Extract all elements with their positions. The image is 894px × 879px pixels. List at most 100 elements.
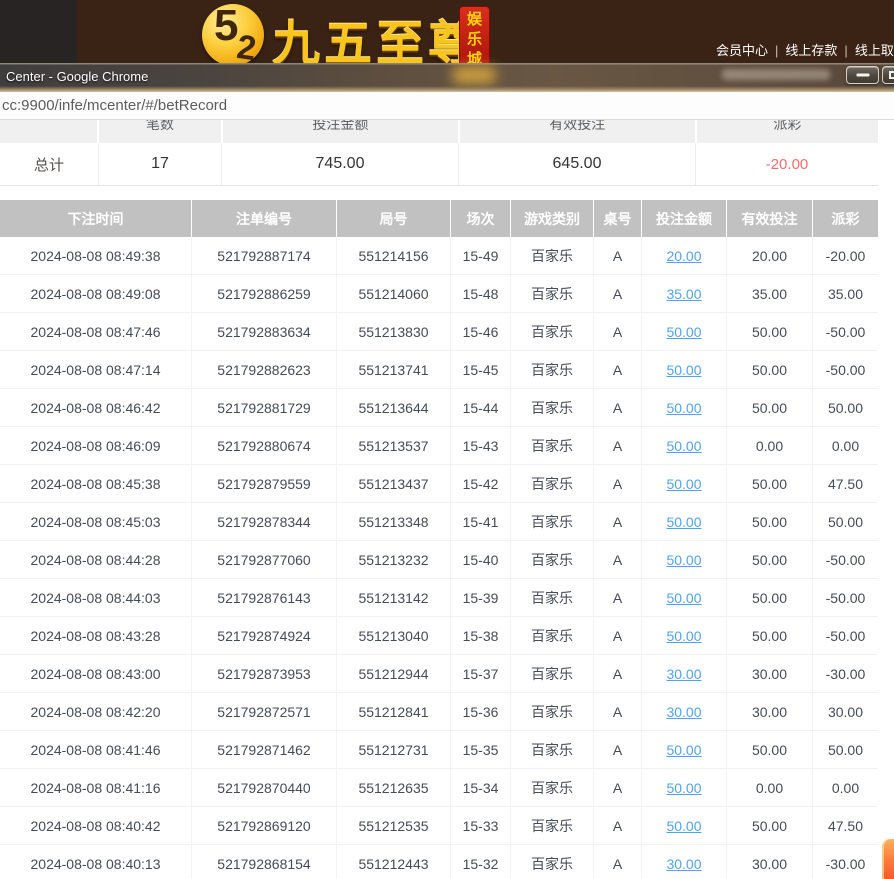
cell-payout: -50.00 [812, 541, 878, 578]
url-text[interactable]: cc:9900/infe/mcenter/#/betRecord [2, 92, 227, 119]
cell-table-no: A [593, 807, 641, 844]
cell-bet-amount: 50.00 [641, 389, 726, 426]
cell-game-type: 百家乐 [510, 617, 593, 654]
summary-count: 17 [98, 143, 221, 185]
cell-valid-bet: 30.00 [726, 845, 812, 879]
bet-amount-link[interactable]: 50.00 [666, 590, 701, 606]
cell-order-no: 521792880674 [191, 427, 336, 464]
cell-time: 2024-08-08 08:46:42 [30, 399, 161, 416]
cell-order-no: 521792882623 [191, 351, 336, 388]
cell-order-no: 521792887174 [191, 237, 336, 274]
cell-payout: 50.00 [812, 731, 878, 768]
bet-amount-link[interactable]: 50.00 [666, 362, 701, 378]
cell-time: 2024-08-08 08:47:14 [30, 361, 161, 378]
badge-char: 乐 [466, 31, 482, 48]
bet-amount-link[interactable]: 50.00 [666, 628, 701, 644]
cell-order-no: 521792868154 [191, 845, 336, 879]
summary-bet-amount: 745.00 [221, 143, 458, 185]
table-row: 2024-08-08 08:45:03 521792878344 551213348… [0, 503, 878, 541]
header-cell-valid-bet: 有效投注 [726, 200, 812, 237]
maximize-button[interactable] [882, 66, 894, 84]
bet-amount-link[interactable]: 50.00 [666, 818, 701, 834]
cell-order-no: 521792872571 [191, 693, 336, 730]
cell-valid-bet: 50.00 [726, 465, 812, 502]
cell-payout: 47.50 [812, 465, 878, 502]
cell-order-no: 521792878344 [191, 503, 336, 540]
cell-bet-amount: 50.00 [641, 313, 726, 350]
cell-session: 15-33 [450, 807, 510, 844]
nav-link-0[interactable]: 会员中心 [716, 43, 768, 58]
cell-time: 2024-08-08 08:43:00 [30, 665, 161, 682]
cell-session: 15-34 [450, 769, 510, 806]
floating-service-widget[interactable] [882, 839, 894, 879]
bet-amount-link[interactable]: 35.00 [666, 286, 701, 302]
cell-order-no: 521792886259 [191, 275, 336, 312]
nav-link-1[interactable]: 线上存款 [785, 43, 837, 58]
window-title: Center - Google Chrome [6, 69, 149, 84]
cell-round-no: 551213830 [336, 313, 450, 350]
blurred-account-info [722, 69, 830, 80]
cell-table-no: A [593, 845, 641, 879]
cell-time: 2024-08-08 08:44:03 [30, 589, 161, 606]
table-row: 2024-08-08 08:44:03 521792876143 551213142… [0, 579, 878, 617]
minimize-button[interactable] [846, 66, 879, 84]
summary-payout: -20.00 [695, 143, 878, 185]
header-cell-round-no: 局号 [336, 200, 450, 237]
cell-order-no: 521792871462 [191, 731, 336, 768]
bet-amount-link[interactable]: 30.00 [666, 856, 701, 872]
cell-round-no: 551212635 [336, 769, 450, 806]
cell-game-type: 百家乐 [510, 845, 593, 879]
summary-valid-bet: 645.00 [458, 143, 695, 185]
cell-valid-bet: 0.00 [726, 427, 812, 464]
cell-valid-bet: 50.00 [726, 617, 812, 654]
cell-valid-bet: 50.00 [726, 731, 812, 768]
cell-game-type: 百家乐 [510, 541, 593, 578]
bet-amount-link[interactable]: 50.00 [666, 400, 701, 416]
cell-game-type: 百家乐 [510, 503, 593, 540]
cell-order-no: 521792883634 [191, 313, 336, 350]
header-cell-game-type: 游戏类别 [510, 200, 593, 237]
cell-bet-amount: 50.00 [641, 617, 726, 654]
nav-link-2[interactable]: 线上取款 [855, 43, 894, 58]
cell-payout: -50.00 [812, 351, 878, 388]
cell-valid-bet: 50.00 [726, 389, 812, 426]
window-titlebar[interactable]: Center - Google Chrome [0, 63, 894, 92]
bet-amount-link[interactable]: 50.00 [666, 742, 701, 758]
bet-amount-link[interactable]: 50.00 [666, 514, 701, 530]
cell-table-no: A [593, 731, 641, 768]
bet-amount-link[interactable]: 30.00 [666, 666, 701, 682]
bet-amount-link[interactable]: 50.00 [666, 324, 701, 340]
cell-payout: 30.00 [812, 693, 878, 730]
cell-round-no: 551213040 [336, 617, 450, 654]
cell-bet-amount: 50.00 [641, 465, 726, 502]
table-header-row: 下注时间 注单编号 局号 场次 游戏类别 桌号 投注金额 有效投注 派彩 [0, 200, 878, 237]
minimize-icon [856, 73, 869, 77]
cell-game-type: 百家乐 [510, 693, 593, 730]
cell-bet-amount: 50.00 [641, 503, 726, 540]
cell-valid-bet: 50.00 [726, 541, 812, 578]
header-dark-panel [0, 0, 77, 68]
bet-amount-link[interactable]: 50.00 [666, 780, 701, 796]
cell-bet-amount: 20.00 [641, 237, 726, 274]
cell-order-no: 521792874924 [191, 617, 336, 654]
table-row: 2024-08-08 08:45:38 521792879559 551213437… [0, 465, 878, 503]
bet-amount-link[interactable]: 50.00 [666, 476, 701, 492]
bet-amount-link[interactable]: 50.00 [666, 438, 701, 454]
table-row: 2024-08-08 08:40:42 521792869120 551212535… [0, 807, 878, 845]
cell-bet-amount: 50.00 [641, 769, 726, 806]
cell-session: 15-46 [450, 313, 510, 350]
cell-game-type: 百家乐 [510, 237, 593, 274]
bet-amount-link[interactable]: 30.00 [666, 704, 701, 720]
logo-glyph: 2 [234, 27, 259, 68]
cell-order-no: 521792877060 [191, 541, 336, 578]
address-bar[interactable]: cc:9900/infe/mcenter/#/betRecord [0, 92, 894, 120]
table-row: 2024-08-08 08:47:46 521792883634 551213830… [0, 313, 878, 351]
bet-amount-link[interactable]: 20.00 [666, 248, 701, 264]
table-row: 2024-08-08 08:41:16 521792870440 551212635… [0, 769, 878, 807]
header-cell-order-no: 注单编号 [191, 200, 336, 237]
bet-amount-link[interactable]: 50.00 [666, 552, 701, 568]
cell-bet-amount: 30.00 [641, 845, 726, 879]
cell-bet-amount: 30.00 [641, 655, 726, 692]
cell-payout: 35.00 [812, 275, 878, 312]
cell-table-no: A [593, 579, 641, 616]
